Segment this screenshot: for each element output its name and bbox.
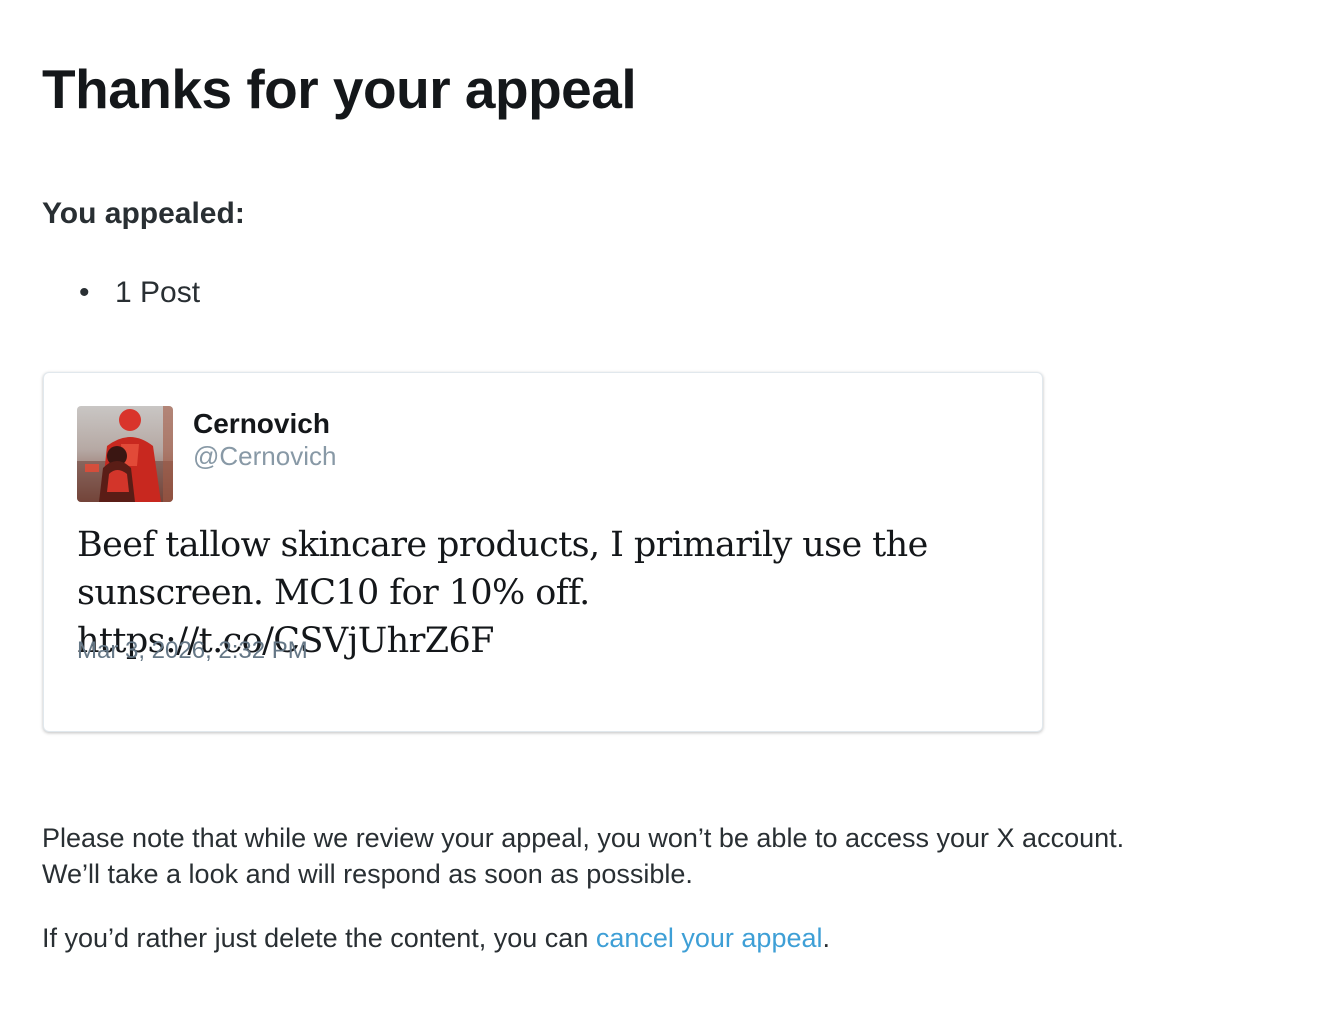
page-title: Thanks for your appeal [42,58,637,120]
author-display-name[interactable]: Cernovich [193,407,330,441]
appealed-items-list: • 1 Post [42,274,200,312]
appealed-item: • 1 Post [42,274,200,312]
user-photo-avatar-icon [77,406,173,502]
cancel-appeal-text: If you’d rather just delete the content,… [42,920,830,956]
appealed-item-label: 1 Post [115,276,201,309]
cancel-appeal-prefix: If you’d rather just delete the content,… [42,923,596,953]
appealed-heading: You appealed: [42,197,245,230]
cancel-appeal-suffix: . [822,923,831,953]
review-notice-line2: We’ll take a look and will respond as so… [42,859,693,889]
user-avatar [77,406,173,502]
appealed-post-card: Cernovich @Cernovich Beef tallow skincar… [43,372,1043,732]
review-notice: Please note that while we review your ap… [42,820,1292,892]
bullet-icon: • [79,276,90,309]
post-timestamp: Mar 3, 2026, 2:32 PM [77,637,308,664]
author-handle[interactable]: @Cernovich [193,440,336,472]
cancel-appeal-link[interactable]: cancel your appeal [596,923,823,953]
review-notice-line1: Please note that while we review your ap… [42,823,1125,853]
